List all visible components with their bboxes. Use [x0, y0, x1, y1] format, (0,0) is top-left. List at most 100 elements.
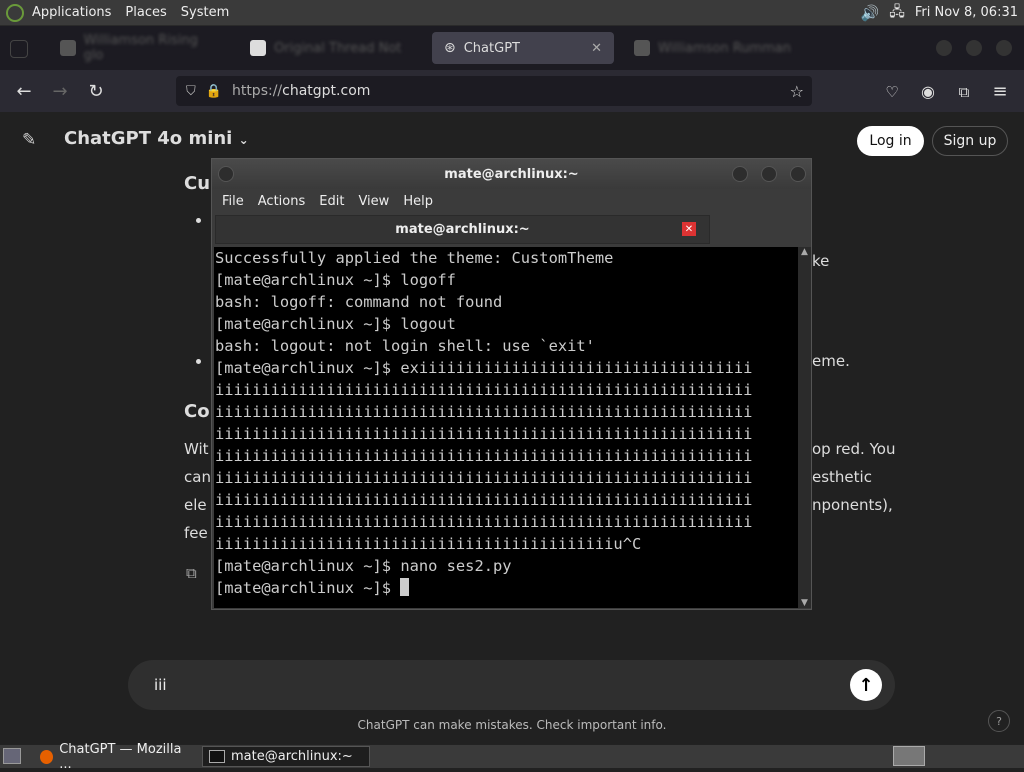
- workspace-switcher[interactable]: [893, 746, 925, 766]
- shield-icon[interactable]: ⛉: [186, 84, 196, 99]
- tab-4-label: Williamson Rumman: [658, 40, 791, 56]
- scroll-down-icon[interactable]: ▼: [798, 598, 811, 608]
- terminal-icon: [209, 750, 225, 763]
- tab-2[interactable]: Original Thread Not: [238, 32, 424, 64]
- tab-1[interactable]: Williamson Rising glo: [48, 32, 230, 64]
- message-composer[interactable]: [128, 660, 895, 710]
- terminal-close-button[interactable]: [790, 166, 806, 182]
- window-maximize-button[interactable]: [966, 40, 982, 56]
- text-fragment: Wit: [184, 440, 209, 458]
- terminal-line: [mate@archlinux ~]$ logoff: [215, 271, 456, 289]
- show-desktop-icon[interactable]: [3, 748, 21, 764]
- menu-file[interactable]: File: [222, 194, 244, 209]
- terminal-line: iiiiiiiiiiiiiiiiiiiiiiiiiiiiiiiiiiiiiiii…: [215, 535, 642, 553]
- terminal-line: iiiiiiiiiiiiiiiiiiiiiiiiiiiiiiiiiiiiiiii…: [215, 491, 753, 509]
- clock[interactable]: Fri Nov 8, 06:31: [915, 5, 1018, 20]
- terminal-tab[interactable]: mate@archlinux:~: [215, 215, 710, 244]
- terminal-cursor: [400, 578, 410, 596]
- menu-help[interactable]: Help: [403, 194, 433, 209]
- taskbar-item-terminal[interactable]: mate@archlinux:~: [202, 746, 370, 767]
- terminal-line: iiiiiiiiiiiiiiiiiiiiiiiiiiiiiiiiiiiiiiii…: [215, 513, 753, 531]
- tab-2-label: Original Thread Not: [274, 40, 402, 56]
- taskbar-label: mate@archlinux:~: [231, 749, 353, 764]
- model-selector[interactable]: ChatGPT 4o mini ⌄: [64, 128, 249, 149]
- terminal-line: bash: logoff: command not found: [215, 293, 503, 311]
- terminal-window-title: mate@archlinux:~: [444, 166, 579, 182]
- tab-chatgpt-label: ChatGPT: [463, 40, 520, 56]
- chevron-down-icon: ⌄: [238, 133, 249, 147]
- terminal-minimize-button[interactable]: [732, 166, 748, 182]
- menu-applications[interactable]: Applications: [32, 5, 111, 20]
- menu-system[interactable]: System: [181, 5, 229, 20]
- url-bar[interactable]: ⛉ 🔒 https://chatgpt.com ☆: [176, 76, 812, 106]
- firefox-view-icon[interactable]: [10, 40, 28, 58]
- terminal-line: [mate@archlinux ~]$ logout: [215, 315, 456, 333]
- url-host: chatgpt.com: [282, 83, 371, 99]
- back-arrow-icon[interactable]: ←: [12, 80, 36, 104]
- composer-input-text[interactable]: iii: [154, 676, 167, 694]
- forward-arrow-icon[interactable]: →: [48, 80, 72, 104]
- menu-view[interactable]: View: [358, 194, 389, 209]
- menu-edit[interactable]: Edit: [319, 194, 344, 209]
- text-fragment: eme.: [812, 352, 850, 370]
- url-protocol: https://: [231, 83, 283, 99]
- extensions-icon[interactable]: ⧉: [952, 80, 976, 104]
- terminal-line: iiiiiiiiiiiiiiiiiiiiiiiiiiiiiiiiiiiiiiii…: [215, 469, 753, 487]
- reload-icon[interactable]: ↻: [84, 80, 108, 104]
- firefox-icon: [40, 749, 54, 764]
- text-fragment: nponents),: [812, 496, 893, 514]
- hamburger-menu-icon[interactable]: ≡: [988, 80, 1012, 104]
- new-chat-icon[interactable]: ✎: [22, 130, 42, 150]
- account-icon[interactable]: ◉: [916, 80, 940, 104]
- text-fragment: ele: [184, 496, 207, 514]
- terminal-line: iiiiiiiiiiiiiiiiiiiiiiiiiiiiiiiiiiiiiiii…: [215, 381, 753, 399]
- terminal-tab-title: mate@archlinux:~: [395, 222, 530, 237]
- bookmark-star-icon[interactable]: ☆: [790, 82, 804, 101]
- heading-fragment: Cu: [184, 173, 211, 194]
- signup-button[interactable]: Sign up: [932, 126, 1008, 156]
- tab-chatgpt[interactable]: ⊛ ChatGPT ✕: [432, 32, 614, 64]
- scroll-up-icon[interactable]: ▲: [798, 247, 811, 257]
- terminal-titlebar[interactable]: mate@archlinux:~: [212, 159, 811, 189]
- terminal-scrollbar[interactable]: ▲ ▼: [798, 247, 811, 608]
- terminal-menu-icon[interactable]: [218, 166, 234, 182]
- window-close-button[interactable]: [996, 40, 1012, 56]
- terminal-tab-close-icon[interactable]: ✕: [682, 222, 696, 236]
- help-button[interactable]: ?: [988, 710, 1010, 732]
- text-fragment: fee: [184, 524, 208, 542]
- terminal-line: [mate@archlinux ~]$ nano ses2.py: [215, 557, 512, 575]
- terminal-line: [mate@archlinux ~]$ exiiiiiiiiiiiiiiiiii…: [215, 359, 753, 377]
- tab-1-label: Williamson Rising glo: [83, 33, 198, 63]
- tab-4-favicon-icon: [634, 40, 650, 56]
- menu-actions[interactable]: Actions: [258, 194, 306, 209]
- text-fragment: esthetic: [812, 468, 872, 486]
- terminal-line: iiiiiiiiiiiiiiiiiiiiiiiiiiiiiiiiiiiiiiii…: [215, 403, 753, 421]
- tab-4[interactable]: Williamson Rumman: [622, 32, 832, 64]
- window-minimize-button[interactable]: [936, 40, 952, 56]
- model-title: ChatGPT 4o mini: [64, 128, 233, 149]
- pocket-icon[interactable]: ♡: [880, 80, 904, 104]
- menu-places[interactable]: Places: [125, 5, 166, 20]
- section-heading-fragment: Co: [184, 401, 210, 422]
- terminal-line: bash: logout: not login shell: use `exit…: [215, 337, 595, 355]
- send-arrow-icon[interactable]: ↑: [850, 669, 882, 701]
- text-fragment: can: [184, 468, 211, 486]
- login-button[interactable]: Log in: [857, 126, 924, 156]
- copy-icon[interactable]: ⧉: [186, 564, 197, 582]
- terminal-line: iiiiiiiiiiiiiiiiiiiiiiiiiiiiiiiiiiiiiiii…: [215, 447, 753, 465]
- network-icon[interactable]: 🖧: [889, 1, 905, 25]
- terminal-maximize-button[interactable]: [761, 166, 777, 182]
- medium-favicon-icon: [250, 40, 266, 56]
- taskbar-item-firefox[interactable]: ChatGPT — Mozilla ...: [34, 742, 196, 772]
- lock-icon[interactable]: 🔒: [206, 84, 222, 99]
- terminal-line: Successfully applied the theme: CustomTh…: [215, 249, 614, 267]
- tab-close-icon[interactable]: ✕: [591, 41, 602, 56]
- distro-logo-icon[interactable]: [6, 3, 24, 22]
- terminal-line: [mate@archlinux ~]$: [215, 577, 798, 599]
- top-panel: Applications Places System 🔊 🖧 Fri Nov 8…: [0, 0, 1024, 26]
- terminal-output[interactable]: Successfully applied the theme: CustomTh…: [214, 247, 798, 599]
- terminal-window[interactable]: mate@archlinux:~ File Actions Edit View …: [211, 158, 812, 610]
- chatgpt-favicon-icon: ⊛: [444, 40, 456, 56]
- volume-icon[interactable]: 🔊: [861, 4, 880, 22]
- google-favicon-icon: [60, 40, 76, 56]
